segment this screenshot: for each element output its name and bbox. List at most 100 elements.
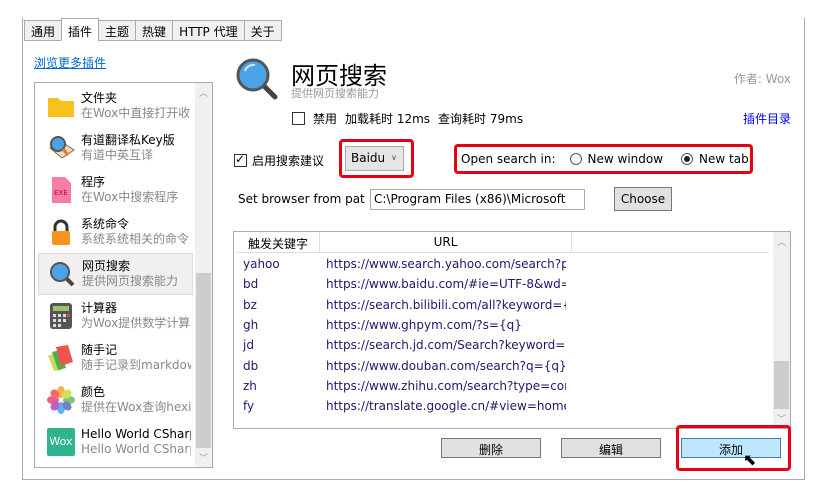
plugin-list-scrollbar[interactable]: ︿ ﹀ xyxy=(195,83,212,467)
table-row[interactable]: fy https://translate.google.cn/#view=home… xyxy=(243,399,566,413)
plugin-list-item[interactable]: 系统命令 系统系统相关的命令 xyxy=(38,211,193,253)
plugin-name: 颜色 xyxy=(81,385,106,399)
choose-button[interactable]: Choose xyxy=(614,187,672,211)
url-cell: https://www.ghpym.com/?s={q} xyxy=(326,317,522,332)
query-time: 查询耗时 79ms xyxy=(438,112,524,126)
table-row[interactable]: bd https://www.baidu.com/#ie=UTF-8&wd={ xyxy=(243,277,566,291)
table-row[interactable]: yahoo https://www.search.yahoo.com/search… xyxy=(243,257,566,271)
plugin-name: Hello World CSharp xyxy=(81,427,191,441)
plugin-description: 为Wox提供数学计算 xyxy=(81,316,191,330)
new-tab-radio[interactable] xyxy=(681,153,694,165)
dictionary-icon xyxy=(47,134,75,162)
plugin-list-item[interactable]: 随手记 随手记录到markdow xyxy=(38,337,193,379)
plugin-name: 计算器 xyxy=(81,301,118,315)
plugin-description: Hello World CSharp xyxy=(81,442,191,456)
suggestion-source-value: Baidu xyxy=(351,151,386,165)
color-icon xyxy=(47,386,75,414)
notes-icon xyxy=(47,344,75,372)
disable-checkbox[interactable] xyxy=(292,112,305,125)
plugin-list-item[interactable]: 文件夹 在Wox中直接打开收 xyxy=(38,85,193,127)
plugin-author: 作者: Wox xyxy=(733,72,791,86)
table-row[interactable]: bz https://search.bilibili.com/all?keywor… xyxy=(243,298,566,312)
url-cell: https://www.search.yahoo.com/search?p= xyxy=(326,257,566,271)
url-cell: https://www.baidu.com/#ie=UTF-8&wd={ xyxy=(326,277,566,292)
plugin-list-item[interactable]: 有道翻译私Key版 有道中英互译 xyxy=(38,127,193,169)
chevron-down-icon: ∨ xyxy=(391,153,397,162)
url-cell: https://www.zhihu.com/search?type=cont xyxy=(326,378,566,393)
keyword-cell: gh xyxy=(243,317,259,332)
tab-plugins[interactable]: 插件 xyxy=(61,18,100,41)
plugin-name: 网页搜索 xyxy=(82,259,131,273)
tab-theme[interactable]: 主题 xyxy=(98,20,137,41)
plugin-name: 程序 xyxy=(81,175,106,189)
plugin-description: 系统系统相关的命令 xyxy=(81,232,190,246)
disable-label: 禁用 xyxy=(313,112,338,126)
tab-about[interactable]: 关于 xyxy=(243,20,282,41)
column-header-url[interactable]: URL xyxy=(320,232,572,252)
plugin-list-item[interactable]: 网页搜索 提供网页搜索能力 xyxy=(38,253,193,295)
url-cell: https://search.bilibili.com/all?keyword=… xyxy=(326,297,566,312)
keyword-cell: db xyxy=(243,358,259,373)
enable-suggestion-checkbox[interactable] xyxy=(234,152,247,167)
plugin-name: 文件夹 xyxy=(81,91,118,105)
keyword-cell: fy xyxy=(243,399,255,414)
edit-button[interactable]: 编辑 xyxy=(561,438,661,458)
enable-suggestion-label: 启用搜索建议 xyxy=(252,154,325,168)
tab-hotkey[interactable]: 热键 xyxy=(135,20,174,41)
folder-icon xyxy=(47,92,75,120)
scroll-up-icon[interactable]: ︿ xyxy=(773,235,790,248)
tab-general[interactable]: 通用 xyxy=(24,20,63,41)
search-sources-table: 触发关键字 URL yahoo https://www.search.yahoo.… xyxy=(233,231,791,429)
scroll-down-icon[interactable]: ﹀ xyxy=(195,451,212,464)
plugin-list[interactable]: 文件夹 在Wox中直接打开收 有道翻译私Key版 有道中英互译 EXE 程序 在Wox中搜索… xyxy=(34,82,213,468)
mouse-cursor-icon: ⬉ xyxy=(743,450,757,469)
new-window-label: New window xyxy=(587,152,664,166)
keyword-cell: zh xyxy=(243,378,257,393)
scrollbar-thumb[interactable] xyxy=(196,273,211,448)
load-time: 加载耗时 12ms xyxy=(345,112,431,126)
plugin-list-item[interactable]: 颜色 提供在Wox查询hexi xyxy=(38,379,193,421)
tab-bar: 通用 插件 主题 热键 HTTP 代理 关于 xyxy=(24,18,282,41)
plugin-name: 有道翻译私Key版 xyxy=(81,133,175,147)
keyword-cell: jd xyxy=(243,338,254,353)
scroll-up-icon[interactable]: ︿ xyxy=(195,86,212,99)
add-button[interactable]: 添加 xyxy=(681,438,781,458)
lock-icon xyxy=(47,218,75,246)
new-window-radio[interactable] xyxy=(569,153,582,165)
table-scrollbar[interactable]: ︿ ﹀ xyxy=(773,232,790,428)
new-tab-label: New tab xyxy=(699,152,749,166)
plugin-name: 系统命令 xyxy=(81,217,130,231)
open-search-label: Open search in: xyxy=(461,152,556,166)
url-cell: https://translate.google.cn/#view=home8 xyxy=(326,399,566,414)
table-row[interactable]: db https://www.douban.com/search?q={q} xyxy=(243,359,566,373)
table-row[interactable]: gh https://www.ghpym.com/?s={q} xyxy=(243,318,566,332)
svg-text:EXE: EXE xyxy=(54,189,68,197)
browser-path-label: Set browser from pat xyxy=(238,192,365,206)
plugin-list-item[interactable]: 计算器 为Wox提供数学计算 xyxy=(38,295,193,337)
keyword-cell: yahoo xyxy=(243,257,280,271)
plugin-description: 随手记录到markdow xyxy=(81,358,191,372)
plugin-subtitle: 提供网页搜索能力 xyxy=(291,87,379,100)
scroll-down-icon[interactable]: ﹀ xyxy=(773,412,790,425)
plugin-directory-link[interactable]: 插件目录 xyxy=(743,110,791,127)
delete-button[interactable]: 删除 xyxy=(441,438,541,458)
table-row[interactable]: zh https://www.zhihu.com/search?type=cont xyxy=(243,379,566,393)
keyword-cell: bd xyxy=(243,277,259,292)
calculator-icon xyxy=(47,302,75,330)
suggestion-source-dropdown[interactable]: Baidu ∨ xyxy=(345,146,404,171)
plugin-list-item[interactable]: Wox Hello World CSharp Hello World CSharp xyxy=(38,421,193,463)
table-row[interactable]: jd https://search.jd.com/Search?keyword={… xyxy=(243,338,566,352)
url-cell: https://www.douban.com/search?q={q} xyxy=(326,358,566,373)
plugin-description: 在Wox中直接打开收 xyxy=(81,106,191,120)
plugin-description: 在Wox中搜索程序 xyxy=(81,190,179,204)
browse-more-plugins-link[interactable]: 浏览更多插件 xyxy=(34,54,106,71)
column-header-keyword[interactable]: 触发关键字 xyxy=(237,232,320,252)
tab-http-proxy[interactable]: HTTP 代理 xyxy=(172,20,245,41)
plugin-description: 提供网页搜索能力 xyxy=(82,274,179,288)
plugin-search-icon xyxy=(236,58,278,100)
search-icon xyxy=(48,260,76,288)
plugin-list-item[interactable]: EXE 程序 在Wox中搜索程序 xyxy=(38,169,193,211)
browser-path-input[interactable]: C:\Program Files (x86)\Microsoft xyxy=(370,189,585,210)
plugin-name: 随手记 xyxy=(81,343,118,357)
scrollbar-thumb[interactable] xyxy=(774,361,789,409)
